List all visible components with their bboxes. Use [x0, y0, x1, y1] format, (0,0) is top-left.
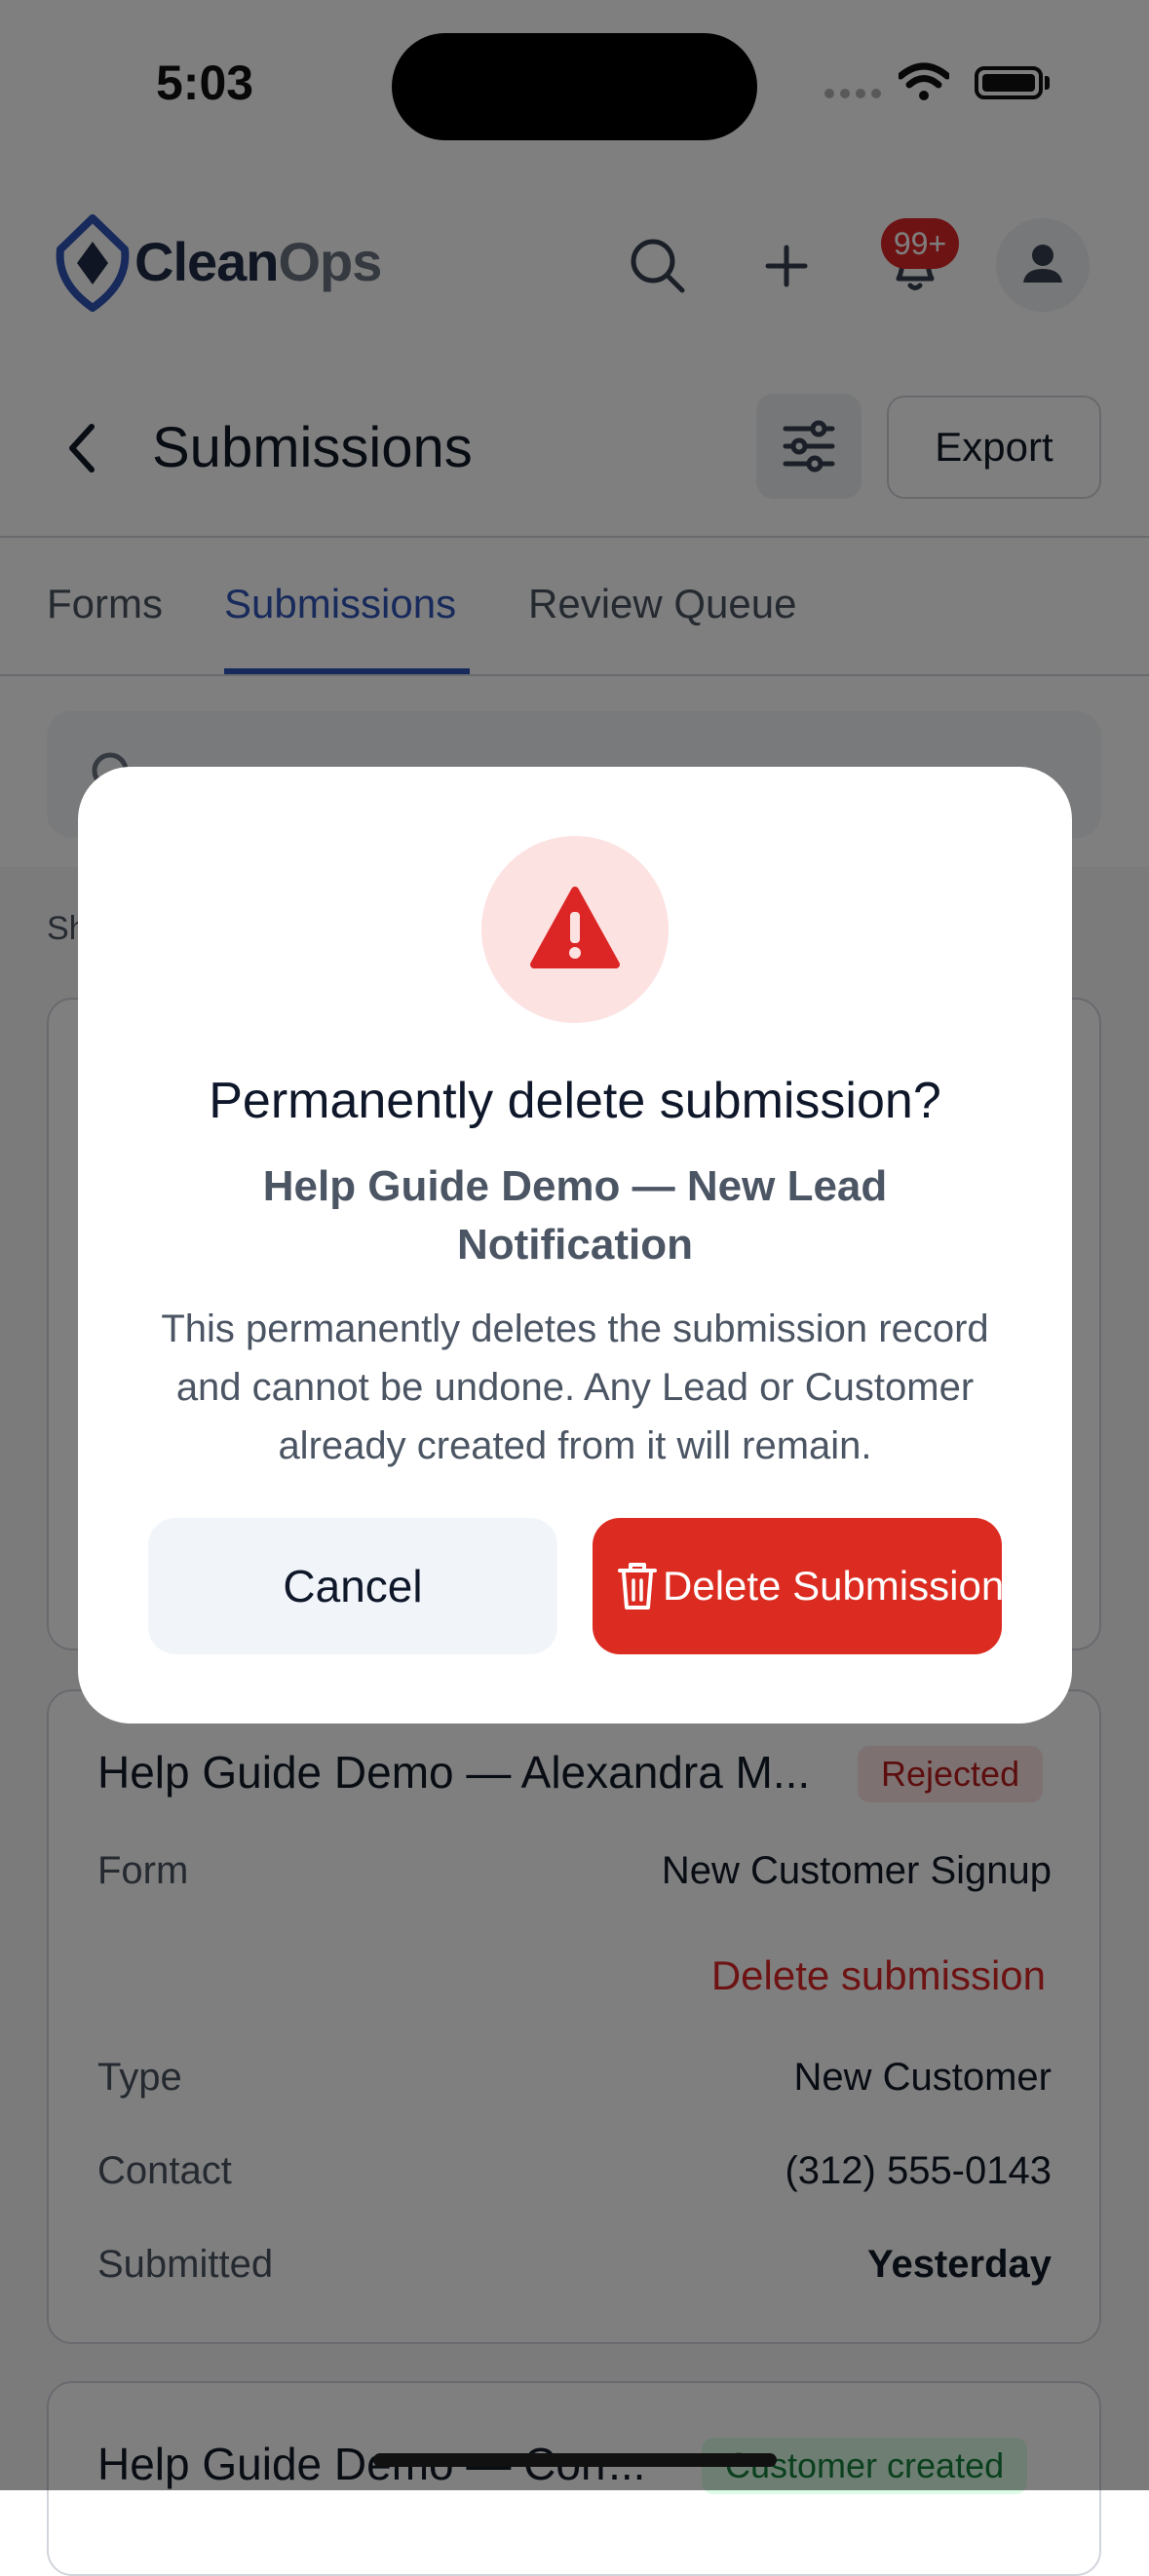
home-indicator[interactable] [373, 2453, 777, 2467]
trash-icon [618, 1563, 657, 1610]
delete-submission-label: Delete Submission [663, 1563, 1002, 1609]
warning-icon [530, 887, 620, 968]
delete-submission-button[interactable]: Delete Submission [593, 1518, 1002, 1654]
dialog-title: Permanently delete submission? [209, 1073, 941, 1129]
dialog-body: This permanently deletes the submission … [161, 1307, 989, 1467]
cancel-button[interactable]: Cancel [148, 1518, 557, 1654]
warning-icon-container [481, 836, 669, 1023]
dialog-subtitle: Help Guide Demo — New Lead Notification [262, 1162, 888, 1269]
